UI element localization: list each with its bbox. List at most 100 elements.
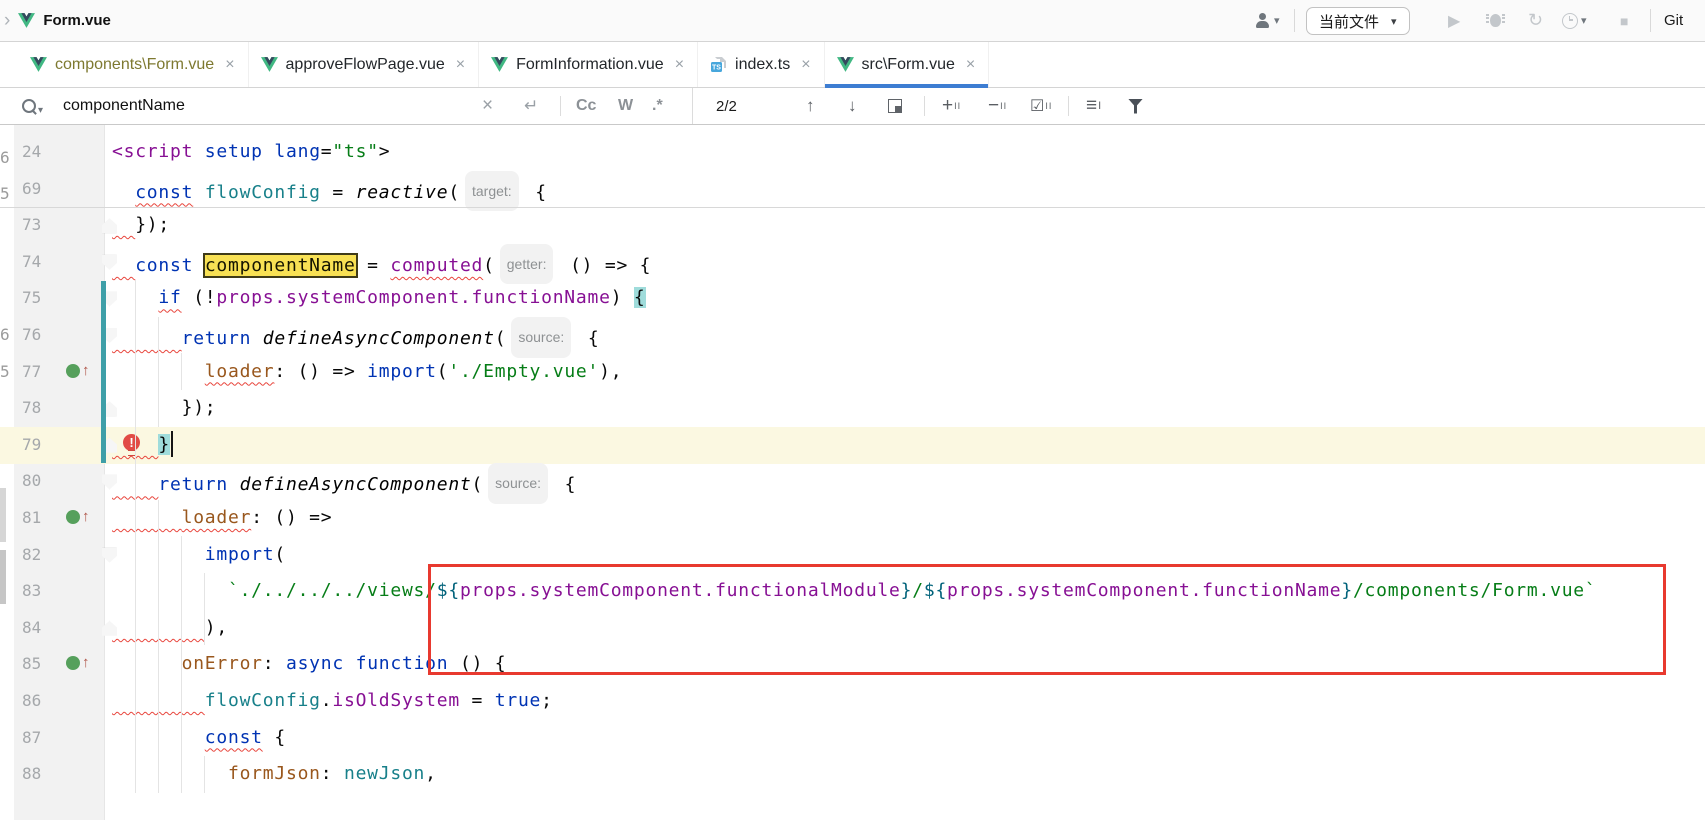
play-icon: ▶	[1448, 11, 1460, 31]
code-line-79[interactable]: 79! }	[0, 427, 1705, 464]
tab-close-icon[interactable]: ×	[225, 56, 234, 74]
whole-words-toggle[interactable]: W	[618, 88, 633, 124]
code-token	[263, 141, 275, 162]
code-token: if	[158, 287, 181, 308]
search-input[interactable]	[61, 96, 435, 116]
code-token: =	[321, 182, 356, 203]
run-configuration-selector[interactable]: 当前文件 ▾	[1306, 7, 1410, 35]
line-number: 81	[22, 500, 41, 537]
divider	[1650, 9, 1651, 32]
code-line-88[interactable]: 88 formJson: newJson,	[0, 756, 1705, 793]
tab-close-icon[interactable]: ×	[675, 56, 684, 74]
code-area[interactable]: 24<script setup lang="ts">69 const flowC…	[0, 125, 1705, 820]
divider	[1068, 96, 1069, 116]
previous-occurrence-button[interactable]: ↑	[806, 88, 815, 124]
parameter-hint: source:	[511, 317, 571, 358]
parameter-hint: getter:	[500, 244, 554, 285]
vue-icon	[837, 57, 854, 72]
code-token: const	[135, 255, 193, 276]
select-all-occurrences-button[interactable]: ☑II	[1030, 88, 1052, 124]
regex-toggle[interactable]: .*	[652, 88, 663, 124]
code-line-80[interactable]: 80 return defineAsyncComponent(source: {	[0, 463, 1705, 500]
gutter-marker-icon[interactable]: ↑	[66, 364, 90, 378]
tab-close-icon[interactable]: ×	[456, 56, 465, 74]
next-occurrence-button[interactable]: ↓	[848, 88, 857, 124]
code-token: (	[495, 328, 507, 349]
code-token: ),	[599, 361, 622, 382]
code-text: formJson: newJson,	[112, 756, 437, 793]
filter-button[interactable]	[1128, 88, 1143, 124]
search-match: componentName	[205, 255, 356, 276]
code-token: : () =>	[274, 361, 367, 382]
code-text: const flowConfig = reactive(target: {	[112, 171, 547, 212]
window-title: Form.vue	[43, 12, 111, 29]
tab-src-Form.vue[interactable]: src\Form.vue×	[825, 42, 990, 87]
code-line-86[interactable]: 86 flowConfig.isOldSystem = true;	[0, 683, 1705, 720]
find-all-button[interactable]	[888, 88, 902, 124]
vcs-change-marker[interactable]	[101, 281, 106, 463]
code-line-87[interactable]: 87 const {	[0, 720, 1705, 757]
stop-icon: ■	[1620, 13, 1628, 29]
tab-index.ts[interactable]: TSindex.ts×	[698, 42, 824, 87]
title-bar: › Form.vue ▾ 当前文件 ▾ ▶ ↻ ▾ ■	[0, 0, 1705, 42]
code-text: });	[112, 207, 170, 244]
code-token	[112, 580, 228, 601]
tab-label: FormInformation.vue	[516, 56, 664, 74]
sub-label: I	[1098, 100, 1102, 112]
gutter-marker-icon[interactable]: ↑	[66, 510, 90, 524]
line-number: 78	[22, 390, 41, 427]
tab-approveFlowPage.vue[interactable]: approveFlowPage.vue ×	[249, 42, 480, 87]
code-editor[interactable]: 24<script setup lang="ts">69 const flowC…	[0, 125, 1705, 820]
code-token: .	[321, 690, 333, 711]
newline-button[interactable]: ↵	[524, 88, 538, 124]
rerun-button[interactable]: ↻	[1528, 0, 1543, 41]
code-line-81[interactable]: 81↑ loader: () =>	[0, 500, 1705, 537]
line-number: 74	[22, 244, 41, 281]
code-token: './Empty.vue'	[448, 361, 599, 382]
code-line-69[interactable]: 69 const flowConfig = reactive(target: {	[0, 171, 1705, 208]
tab-close-icon[interactable]: ×	[966, 56, 975, 74]
line-number: 88	[22, 756, 41, 793]
code-token: :	[321, 763, 344, 784]
gutter-marker-icon[interactable]: ↑	[66, 656, 90, 670]
code-token: formJson	[228, 763, 321, 784]
code-text: ),	[112, 610, 228, 647]
code-line-75[interactable]: 75 if (!props.systemComponent.functionNa…	[0, 280, 1705, 317]
text-cursor	[171, 431, 173, 457]
search-history-button[interactable]: ▾	[22, 88, 43, 124]
search-result-count: 2/2	[716, 98, 737, 115]
clipped-fragment: 5	[0, 176, 10, 213]
code-line-78[interactable]: 78 });	[0, 390, 1705, 427]
remove-occurrence-button[interactable]: −II	[988, 88, 1007, 124]
profiler-button[interactable]: ▾	[1562, 0, 1587, 41]
clear-search-button[interactable]: ×	[482, 88, 493, 124]
tab-components-Form.vue[interactable]: components\Form.vue×	[18, 42, 249, 87]
chevron-down-icon: ▾	[1581, 14, 1587, 27]
code-token: defineAsyncComponent	[240, 474, 472, 495]
code-line-77[interactable]: 77↑ loader: () => import('./Empty.vue'),	[0, 354, 1705, 391]
code-line-24[interactable]: 24<script setup lang="ts">	[0, 134, 1705, 171]
user-profile-button[interactable]: ▾	[1254, 0, 1280, 41]
select-all-icon: ☑	[1030, 96, 1044, 116]
code-line-76[interactable]: 76 return defineAsyncComponent(source: {	[0, 317, 1705, 354]
add-occurrence-button[interactable]: +II	[942, 88, 961, 124]
code-token: return	[182, 328, 252, 349]
tab-label: approveFlowPage.vue	[286, 56, 445, 74]
code-token: `./../../../views/	[228, 580, 437, 601]
vcs-widget[interactable]: Git	[1664, 0, 1683, 41]
tab-close-icon[interactable]: ×	[801, 56, 810, 74]
debug-button[interactable]	[1490, 0, 1501, 41]
code-token: props.systemComponent.functionName	[216, 287, 610, 308]
arrow-up-icon: ↑	[806, 96, 815, 116]
code-token: isOldSystem	[332, 690, 460, 711]
search-options-button[interactable]: ≡I	[1086, 88, 1102, 124]
code-text: const {	[112, 720, 286, 757]
stop-button[interactable]: ■	[1620, 0, 1628, 41]
code-line-73[interactable]: 73 });	[0, 207, 1705, 244]
tab-FormInformation.vue[interactable]: FormInformation.vue ×	[479, 42, 698, 87]
indent-guide	[181, 536, 182, 793]
code-line-74[interactable]: 74 const componentName = computed(getter…	[0, 244, 1705, 281]
arrow-down-icon: ↓	[848, 96, 857, 116]
match-case-toggle[interactable]: Cc	[576, 88, 596, 124]
run-button[interactable]: ▶	[1448, 0, 1460, 41]
